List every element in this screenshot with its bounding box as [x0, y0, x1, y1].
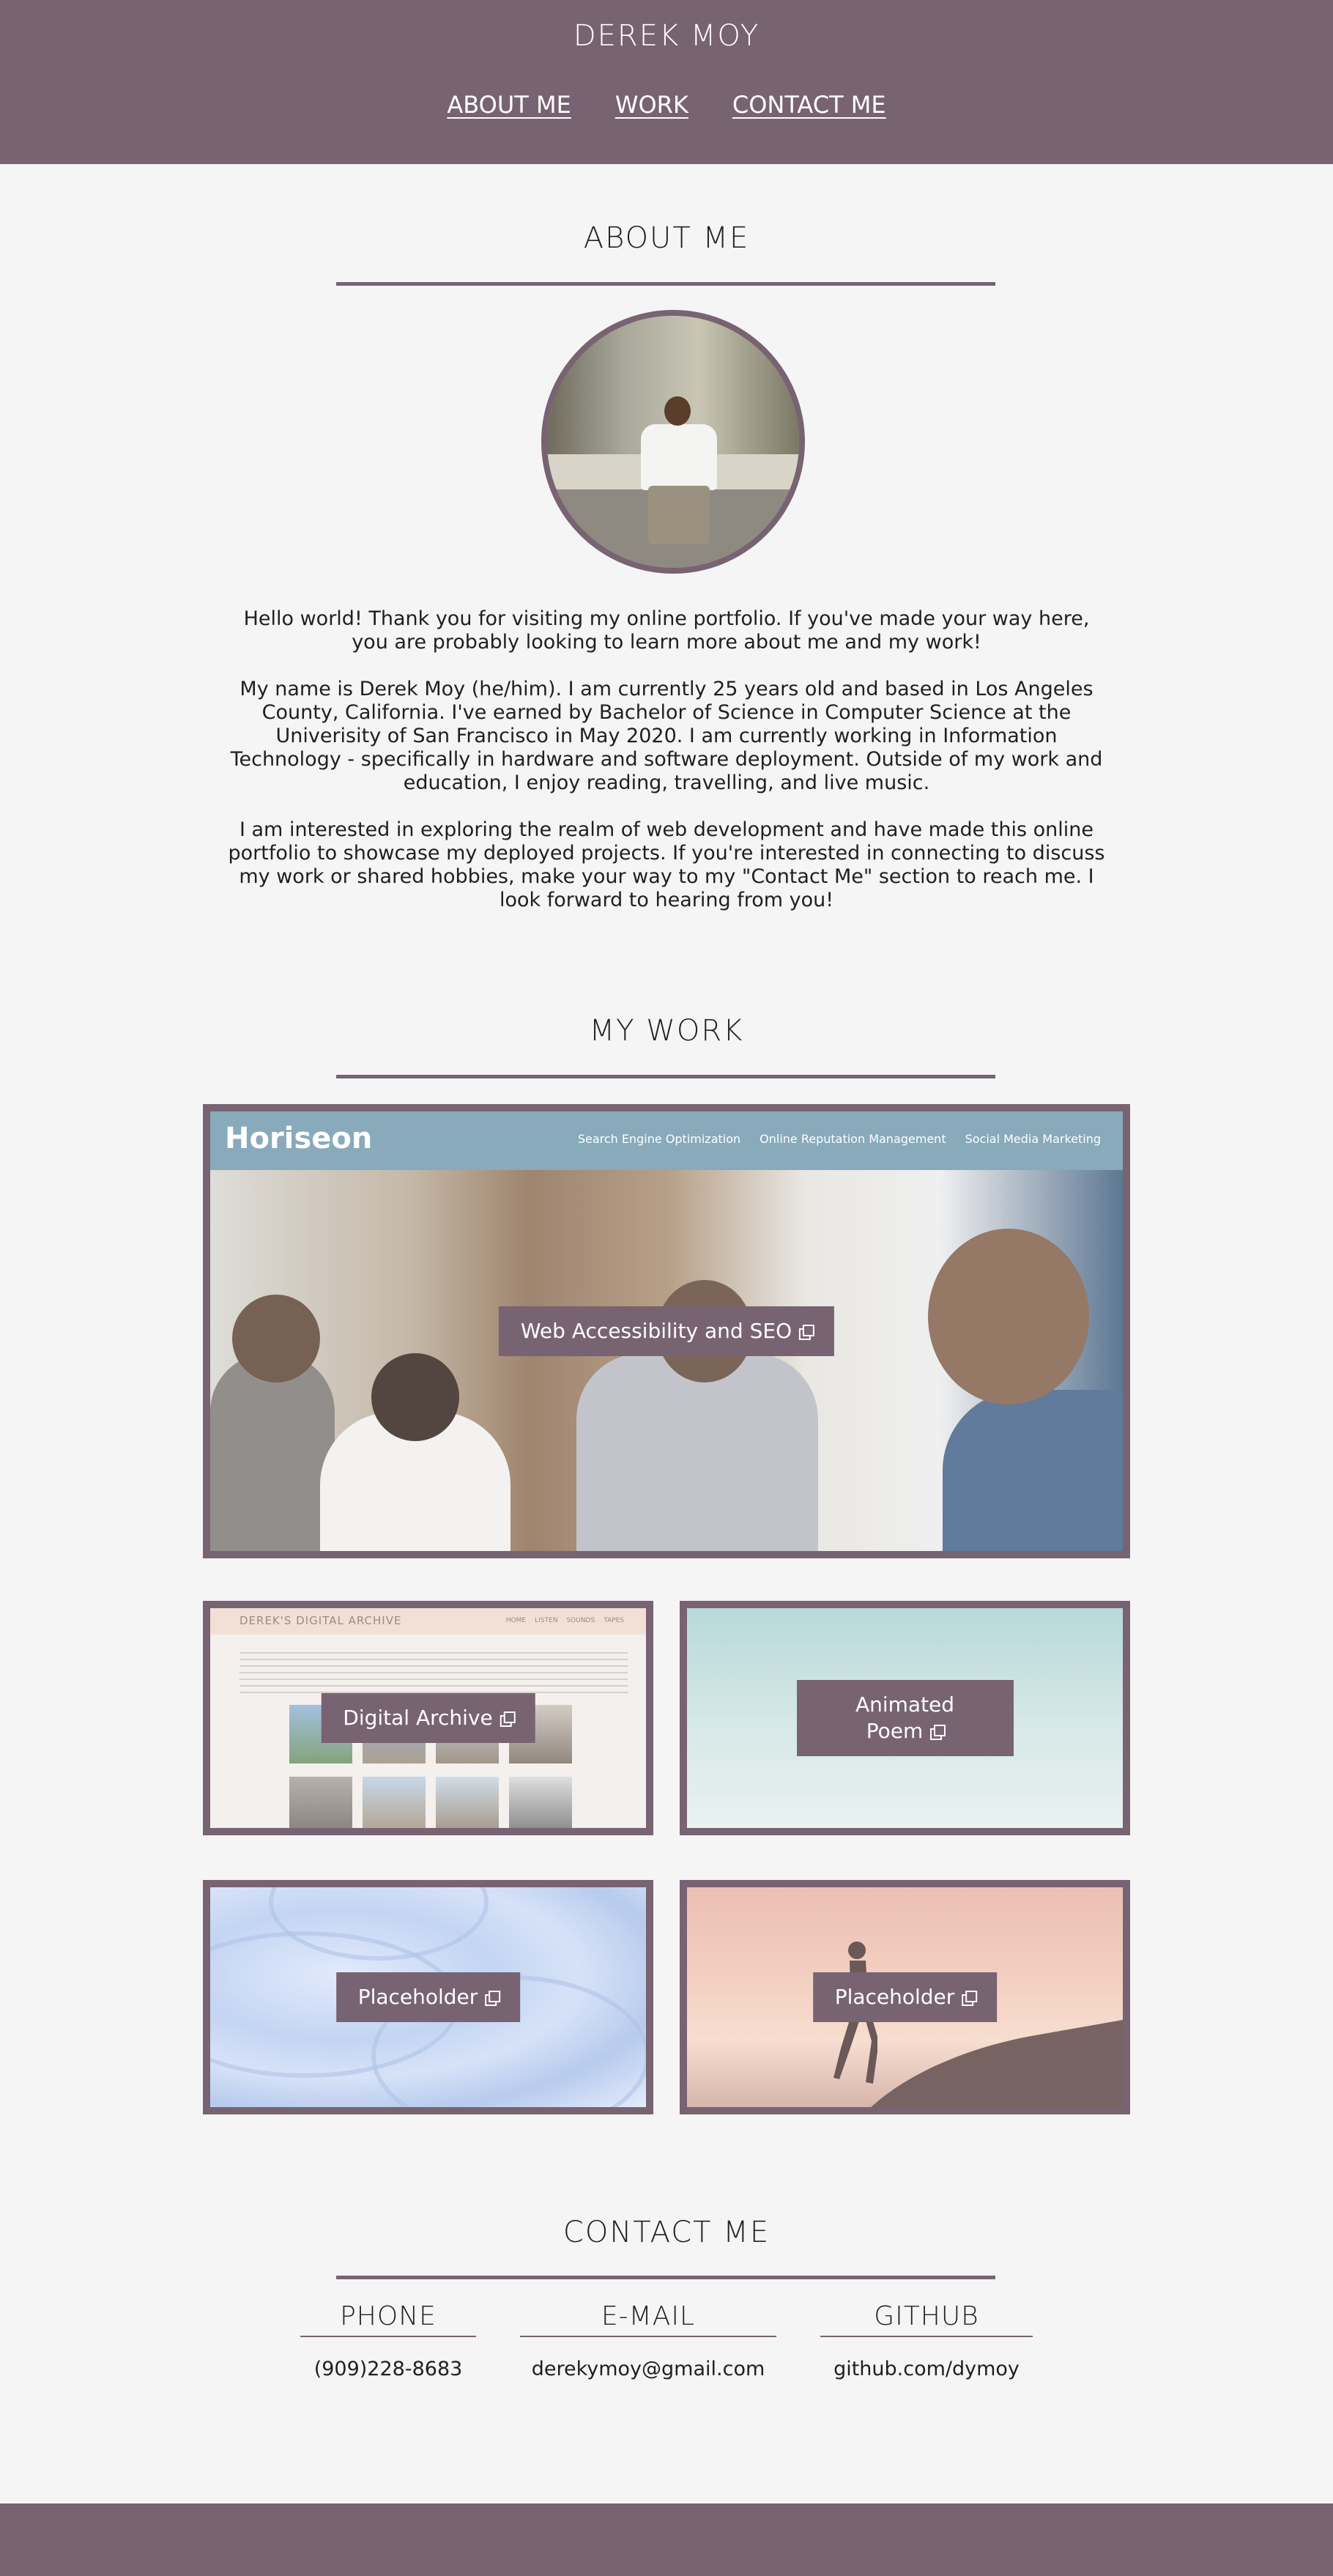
contact-github: GITHUB github.com/dymoy — [820, 2301, 1033, 2380]
work-title: MY WORK — [589, 1014, 744, 1048]
project-label: Placeholder — [834, 1985, 955, 2009]
contact-github-value[interactable]: github.com/dymoy — [820, 2358, 1033, 2380]
contact-email: E-MAIL derekymoy@gmail.com — [520, 2301, 776, 2380]
project-card-placeholder-2[interactable]: Placeholder — [680, 1880, 1130, 2114]
main-nav: ABOUT ME WORK CONTACT ME — [0, 91, 1333, 119]
about-paragraph-2: My name is Derek Moy (he/him). I am curr… — [230, 678, 1103, 794]
project-link-digital-archive[interactable]: Digital Archive — [321, 1693, 535, 1743]
project-link-placeholder-2[interactable]: Placeholder — [812, 1972, 998, 2022]
site-title: DEREK MOY — [573, 19, 760, 53]
project-label: Placeholder — [357, 1985, 478, 2009]
about-paragraph-3: I am interested in exploring the realm o… — [228, 818, 1105, 911]
contact-phone: PHONE (909)228-8683 — [300, 2301, 476, 2380]
about-divider — [336, 282, 995, 286]
external-link-icon — [930, 1725, 946, 1740]
nav-contact-me[interactable]: CONTACT ME — [732, 91, 886, 119]
nav-about-me[interactable]: ABOUT ME — [447, 91, 571, 119]
project-link-animated-poem[interactable]: Animated Poem — [796, 1680, 1014, 1756]
contact-github-heading: GITHUB — [820, 2301, 1033, 2337]
external-link-icon — [485, 1991, 501, 2006]
contact-email-heading: E-MAIL — [520, 2301, 776, 2337]
external-link-icon — [500, 1711, 516, 1727]
about-title: ABOUT ME — [583, 221, 750, 255]
contact-email-value[interactable]: derekymoy@gmail.com — [520, 2358, 776, 2380]
external-link-icon — [962, 1991, 978, 2006]
project-link-web-accessibility[interactable]: Web Accessibility and SEO — [498, 1306, 835, 1356]
project-card-digital-archive[interactable]: DEREK'S DIGITAL ARCHIVE HOME LISTEN SOUN… — [203, 1601, 653, 1835]
contact-divider — [336, 2276, 995, 2279]
contact-phone-value[interactable]: (909)228-8683 — [300, 2358, 476, 2380]
about-paragraph-1: Hello world! Thank you for visiting my o… — [243, 607, 1090, 654]
project-label: Digital Archive — [343, 1706, 493, 1730]
project-link-placeholder-1[interactable]: Placeholder — [335, 1972, 521, 2022]
project-card-placeholder-1[interactable]: Placeholder — [203, 1880, 653, 2114]
site-header: DEREK MOY ABOUT ME WORK CONTACT ME — [0, 0, 1333, 164]
project-label: Web Accessibility and SEO — [520, 1319, 792, 1343]
project-card-web-accessibility[interactable]: Horiseon Search Engine Optimization Onli… — [203, 1104, 1130, 1558]
external-link-icon — [799, 1325, 815, 1340]
contact-phone-heading: PHONE — [300, 2301, 476, 2337]
profile-photo — [541, 310, 805, 574]
work-divider — [336, 1075, 995, 1078]
project-card-animated-poem[interactable]: Animated Poem — [680, 1601, 1130, 1835]
site-footer — [0, 2503, 1333, 2576]
project-label-line-2: Poem — [866, 1719, 924, 1743]
contact-title: CONTACT ME — [562, 2216, 771, 2249]
project-label-line-1: Animated — [855, 1692, 955, 1717]
nav-work[interactable]: WORK — [615, 91, 688, 119]
